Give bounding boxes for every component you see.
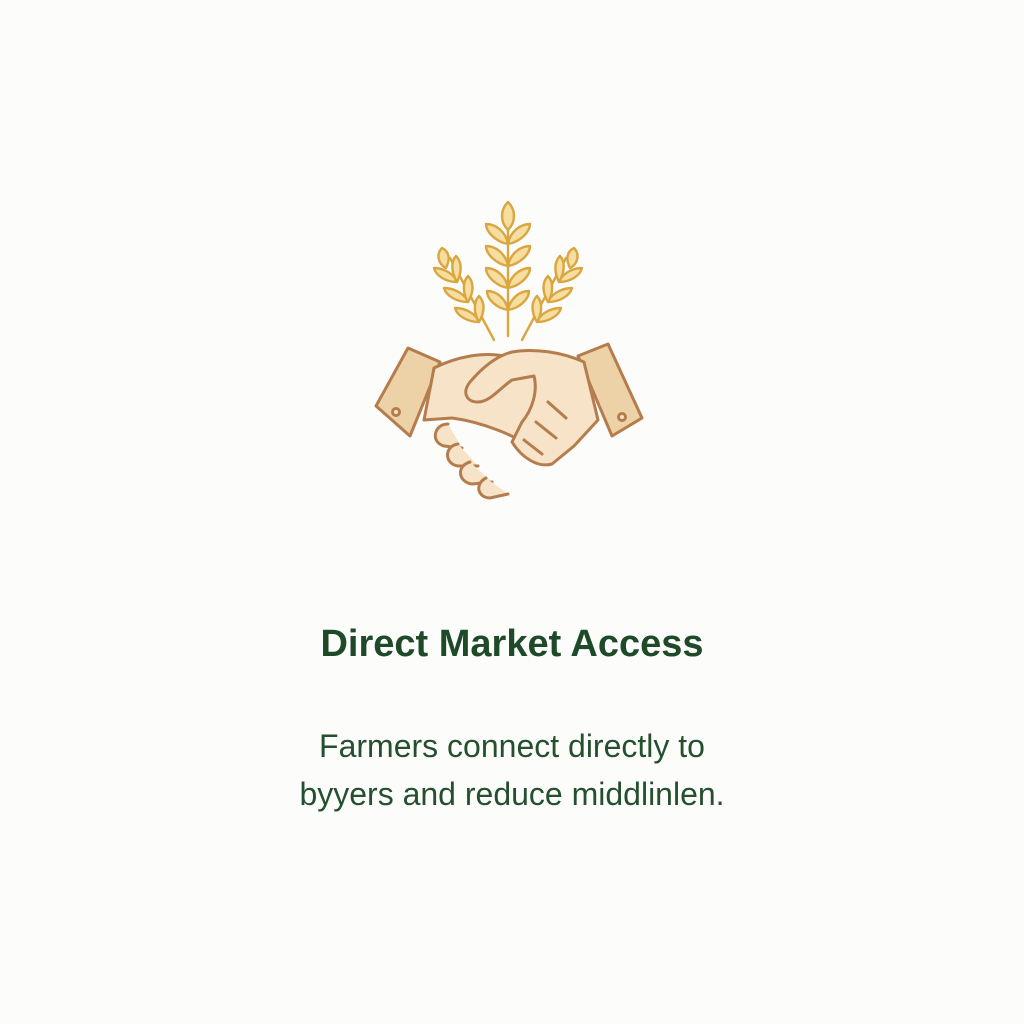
feature-description-line-1: Farmers connect directly to <box>319 728 705 764</box>
handshake-wheat-icon <box>374 200 644 500</box>
feature-title: Direct Market Access <box>320 623 704 665</box>
wheat-icon <box>432 200 584 342</box>
feature-description-line-2: byyers and reduce middlinlen. <box>299 776 725 812</box>
handshake-icon <box>374 342 644 500</box>
feature-card: Direct Market Access Farmers connect dir… <box>0 0 1024 1024</box>
feature-description: Farmers connect directly to byyers and r… <box>0 722 1024 818</box>
